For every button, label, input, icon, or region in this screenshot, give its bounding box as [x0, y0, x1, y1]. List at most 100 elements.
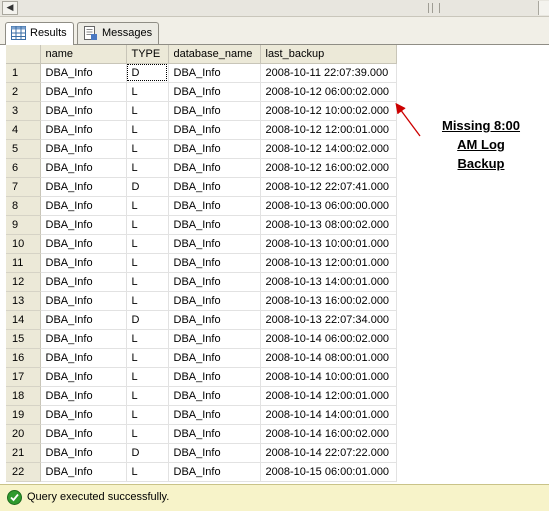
table-row[interactable]: 3 DBA_Info L DBA_Info 2008-10-12 10:00:02.00… — [6, 101, 397, 121]
cell-database-name[interactable]: DBA_Info — [168, 196, 261, 216]
cell-type[interactable]: D — [126, 310, 169, 330]
cell-type[interactable]: L — [126, 215, 169, 235]
row-number[interactable]: 1 — [6, 63, 41, 83]
cell-last-backup[interactable]: 2008-10-14 16:00:02.000 — [260, 424, 397, 444]
row-number-header[interactable] — [6, 45, 41, 64]
scroll-right-button[interactable] — [538, 1, 549, 15]
cell-last-backup[interactable]: 2008-10-14 14:00:01.000 — [260, 405, 397, 425]
cell-type[interactable]: L — [126, 158, 169, 178]
cell-type[interactable]: D — [126, 443, 169, 463]
cell-type[interactable]: L — [126, 424, 169, 444]
cell-name[interactable]: DBA_Info — [40, 253, 127, 273]
table-row[interactable]: 15 DBA_Info L DBA_Info 2008-10-14 06:00:02.0… — [6, 329, 397, 349]
cell-type[interactable]: L — [126, 405, 169, 425]
row-number[interactable]: 19 — [6, 405, 41, 425]
cell-database-name[interactable]: DBA_Info — [168, 215, 261, 235]
table-row[interactable]: 9 DBA_Info L DBA_Info 2008-10-13 08:00:02.00… — [6, 215, 397, 235]
column-header-last-backup[interactable]: last_backup — [260, 45, 397, 64]
cell-name[interactable]: DBA_Info — [40, 386, 127, 406]
table-row[interactable]: 20 DBA_Info L DBA_Info 2008-10-14 16:00:02.0… — [6, 424, 397, 444]
row-number[interactable]: 8 — [6, 196, 41, 216]
row-number[interactable]: 18 — [6, 386, 41, 406]
cell-name[interactable]: DBA_Info — [40, 158, 127, 178]
row-number[interactable]: 15 — [6, 329, 41, 349]
table-row[interactable]: 18 DBA_Info L DBA_Info 2008-10-14 12:00:01.0… — [6, 386, 397, 406]
cell-name[interactable]: DBA_Info — [40, 291, 127, 311]
table-row[interactable]: 8 DBA_Info L DBA_Info 2008-10-13 06:00:00.00… — [6, 196, 397, 216]
cell-name[interactable]: DBA_Info — [40, 367, 127, 387]
cell-type[interactable]: D — [126, 63, 169, 83]
table-row[interactable]: 11 DBA_Info L DBA_Info 2008-10-13 12:00:01.0… — [6, 253, 397, 273]
cell-last-backup[interactable]: 2008-10-12 22:07:41.000 — [260, 177, 397, 197]
cell-name[interactable]: DBA_Info — [40, 63, 127, 83]
cell-database-name[interactable]: DBA_Info — [168, 329, 261, 349]
cell-name[interactable]: DBA_Info — [40, 120, 127, 140]
results-grid[interactable]: name TYPE database_name last_backup 1 DBA… — [6, 45, 397, 482]
cell-type[interactable]: L — [126, 348, 169, 368]
row-number[interactable]: 13 — [6, 291, 41, 311]
row-number[interactable]: 12 — [6, 272, 41, 292]
cell-database-name[interactable]: DBA_Info — [168, 386, 261, 406]
row-number[interactable]: 20 — [6, 424, 41, 444]
tab-messages[interactable]: Messages — [77, 22, 160, 44]
cell-database-name[interactable]: DBA_Info — [168, 310, 261, 330]
cell-database-name[interactable]: DBA_Info — [168, 82, 261, 102]
table-row[interactable]: 2 DBA_Info L DBA_Info 2008-10-12 06:00:02.00… — [6, 82, 397, 102]
cell-type[interactable]: L — [126, 101, 169, 121]
cell-last-backup[interactable]: 2008-10-15 06:00:01.000 — [260, 462, 397, 482]
table-row[interactable]: 10 DBA_Info L DBA_Info 2008-10-13 10:00:01.0… — [6, 234, 397, 254]
cell-database-name[interactable]: DBA_Info — [168, 234, 261, 254]
cell-last-backup[interactable]: 2008-10-13 22:07:34.000 — [260, 310, 397, 330]
table-row[interactable]: 5 DBA_Info L DBA_Info 2008-10-12 14:00:02.00… — [6, 139, 397, 159]
table-row[interactable]: 4 DBA_Info L DBA_Info 2008-10-12 12:00:01.00… — [6, 120, 397, 140]
cell-last-backup[interactable]: 2008-10-11 22:07:39.000 — [260, 63, 397, 83]
cell-type[interactable]: L — [126, 253, 169, 273]
cell-type[interactable]: L — [126, 386, 169, 406]
cell-type[interactable]: L — [126, 329, 169, 349]
cell-last-backup[interactable]: 2008-10-13 14:00:01.000 — [260, 272, 397, 292]
cell-type[interactable]: L — [126, 196, 169, 216]
table-row[interactable]: 1 DBA_Info D DBA_Info 2008-10-11 22:07:39.00… — [6, 63, 397, 83]
row-number[interactable]: 5 — [6, 139, 41, 159]
cell-database-name[interactable]: DBA_Info — [168, 272, 261, 292]
table-row[interactable]: 19 DBA_Info L DBA_Info 2008-10-14 14:00:01.0… — [6, 405, 397, 425]
row-number[interactable]: 7 — [6, 177, 41, 197]
cell-database-name[interactable]: DBA_Info — [168, 158, 261, 178]
cell-database-name[interactable]: DBA_Info — [168, 424, 261, 444]
cell-type[interactable]: L — [126, 234, 169, 254]
cell-last-backup[interactable]: 2008-10-14 08:00:01.000 — [260, 348, 397, 368]
table-row[interactable]: 14 DBA_Info D DBA_Info 2008-10-13 22:07:34.0… — [6, 310, 397, 330]
row-number[interactable]: 10 — [6, 234, 41, 254]
tab-results[interactable]: Results — [5, 22, 74, 45]
cell-database-name[interactable]: DBA_Info — [168, 348, 261, 368]
cell-last-backup[interactable]: 2008-10-14 06:00:02.000 — [260, 329, 397, 349]
cell-last-backup[interactable]: 2008-10-14 12:00:01.000 — [260, 386, 397, 406]
row-number[interactable]: 6 — [6, 158, 41, 178]
cell-last-backup[interactable]: 2008-10-12 12:00:01.000 — [260, 120, 397, 140]
cell-type[interactable]: L — [126, 462, 169, 482]
cell-database-name[interactable]: DBA_Info — [168, 253, 261, 273]
column-header-type[interactable]: TYPE — [126, 45, 169, 64]
row-number[interactable]: 22 — [6, 462, 41, 482]
cell-database-name[interactable]: DBA_Info — [168, 139, 261, 159]
cell-database-name[interactable]: DBA_Info — [168, 405, 261, 425]
cell-last-backup[interactable]: 2008-10-13 10:00:01.000 — [260, 234, 397, 254]
cell-database-name[interactable]: DBA_Info — [168, 462, 261, 482]
cell-last-backup[interactable]: 2008-10-13 08:00:02.000 — [260, 215, 397, 235]
cell-last-backup[interactable]: 2008-10-14 22:07:22.000 — [260, 443, 397, 463]
row-number[interactable]: 11 — [6, 253, 41, 273]
row-number[interactable]: 21 — [6, 443, 41, 463]
cell-last-backup[interactable]: 2008-10-12 10:00:02.000 — [260, 101, 397, 121]
cell-type[interactable]: L — [126, 367, 169, 387]
cell-type[interactable]: D — [126, 177, 169, 197]
cell-name[interactable]: DBA_Info — [40, 462, 127, 482]
row-number[interactable]: 17 — [6, 367, 41, 387]
cell-last-backup[interactable]: 2008-10-14 10:00:01.000 — [260, 367, 397, 387]
cell-name[interactable]: DBA_Info — [40, 234, 127, 254]
table-row[interactable]: 16 DBA_Info L DBA_Info 2008-10-14 08:00:01.0… — [6, 348, 397, 368]
table-row[interactable]: 22 DBA_Info L DBA_Info 2008-10-15 06:00:01.0… — [6, 462, 397, 482]
scroll-grip-icon[interactable] — [428, 3, 440, 13]
cell-type[interactable]: L — [126, 82, 169, 102]
cell-database-name[interactable]: DBA_Info — [168, 291, 261, 311]
cell-name[interactable]: DBA_Info — [40, 101, 127, 121]
